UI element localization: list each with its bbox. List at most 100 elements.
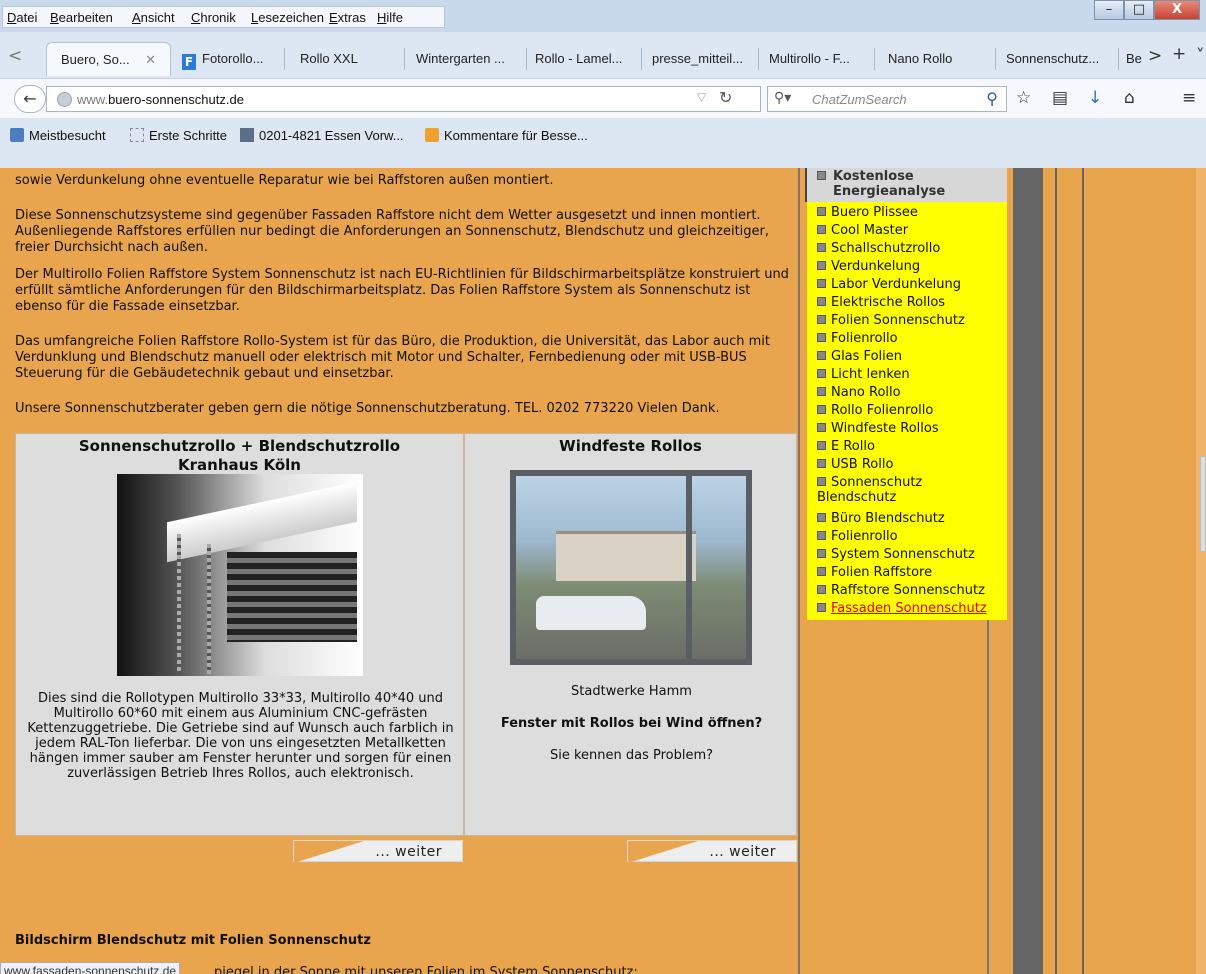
sidebar-head-label: Kostenlose Energieanalyse [833, 169, 946, 199]
rollo-slats-shape [227, 552, 357, 642]
menu-lesezeichen[interactable]: Lesezeichen [251, 10, 324, 25]
sidebar-item-folien-raffstore[interactable]: Folien Raffstore [817, 565, 932, 580]
menu-hamburger-icon[interactable]: ≡ [1182, 88, 1196, 108]
tab-presse[interactable]: presse_mitteil... [652, 42, 752, 76]
sidebar-item-elektrische-rollos[interactable]: Elektrische Rollos [817, 295, 945, 310]
search-go-icon[interactable]: ⚲ [986, 89, 998, 108]
tab-notch [294, 841, 364, 863]
bullet-icon [817, 279, 826, 288]
sidebar-item-buero-blendschutz[interactable]: Büro Blendschutz [817, 511, 945, 526]
bookmark-essen[interactable]: 0201-4821 Essen Vorw... [240, 128, 404, 143]
close-window-button[interactable]: X [1154, 0, 1200, 20]
sidebar-item-label: Rollo Folienrollo [831, 403, 934, 418]
menu-extras[interactable]: Extras [329, 10, 366, 25]
reload-icon[interactable]: ↻ [719, 88, 732, 107]
sidebar-item-folien-sonnenschutz[interactable]: Folien Sonnenschutz [817, 313, 965, 328]
tab-separator [1118, 48, 1119, 70]
sidebar-item-buero-plissee[interactable]: Buero Plissee [817, 205, 918, 220]
sidebar-item-nano-rollo[interactable]: Nano Rollo [817, 385, 901, 400]
bullet-icon [817, 423, 826, 432]
menu-bar: Datei Bearbeiten Ansicht Chronik Lesezei… [0, 0, 1206, 32]
tab-separator [874, 48, 875, 70]
sidebar-item-label: Verdunkelung [831, 259, 921, 274]
sidebar-item-windfeste-rollos[interactable]: Windfeste Rollos [817, 421, 939, 436]
feature-boxes: Sonnenschutzrollo + Blendschutzrollo Kra… [15, 433, 797, 836]
bookmark-star-icon[interactable]: ☆ [1016, 88, 1031, 108]
tab-scroll-right-icon[interactable]: > [1148, 46, 1162, 66]
feature-box-windfeste: Windfeste Rollos Stadtwerke Hamm Fenster… [464, 433, 797, 836]
new-tab-icon[interactable]: + [1172, 44, 1186, 64]
url-bar[interactable]: www.buero-sonnenschutz.de ▽ ↻ [46, 86, 761, 112]
bookmark-label: Kommentare für Besse... [444, 128, 588, 143]
url-prefix: www. [77, 92, 109, 107]
sidebar-item-label: System Sonnenschutz [831, 547, 975, 562]
tab-close-icon[interactable]: ✕ [145, 43, 156, 76]
bookmark-label: 0201-4821 Essen Vorw... [259, 128, 404, 143]
sidebar-item-rollo-folienrollo[interactable]: Rollo Folienrollo [817, 403, 933, 418]
web-page: sowie Verdunkelung ohne eventuelle Repar… [0, 168, 1206, 974]
tab-label: Be [1126, 51, 1142, 66]
tab-buero[interactable]: Buero, So... ✕ [46, 42, 171, 76]
sidebar-item-sonnenschutz-blendschutz[interactable]: Sonnenschutz Blendschutz [817, 475, 937, 505]
tab-sonnenschutz[interactable]: Sonnenschutz... [1006, 42, 1114, 76]
menu-datei[interactable]: Datei [7, 10, 37, 25]
bullet-icon [817, 315, 826, 324]
sidebar-item-usb-rollo[interactable]: USB Rollo [817, 457, 893, 472]
stripe-line [1055, 168, 1057, 974]
sidebar-item-verdunkelung[interactable]: Verdunkelung [817, 259, 920, 274]
bookmark-kommentare[interactable]: Kommentare für Besse... [425, 128, 588, 143]
weiter-link-kranhaus[interactable]: ... weiter [293, 840, 463, 863]
search-bar[interactable]: ⚲▾ ChatZumSearch ⚲ [767, 86, 1007, 112]
search-placeholder: ChatZumSearch [812, 92, 907, 107]
sidebar-item-schallschutzrollo[interactable]: Schallschutzrollo [817, 241, 940, 256]
sidebar-item-raffstore-sonnenschutz[interactable]: Raffstore Sonnenschutz [817, 583, 985, 598]
scrollbar-thumb[interactable] [1200, 456, 1206, 552]
tab-wintergarten[interactable]: Wintergarten ... [416, 42, 521, 76]
divider-line [987, 620, 989, 974]
menu-bearbeiten[interactable]: Bearbeiten [50, 10, 113, 25]
rollo-product-image[interactable] [117, 474, 363, 676]
sidebar-item-folienrollo-2[interactable]: Folienrollo [817, 529, 898, 544]
bullet-icon [817, 261, 826, 270]
sidebar-item-e-rollo[interactable]: E Rollo [817, 439, 875, 454]
sidebar-item-label: Nano Rollo [831, 385, 901, 400]
reading-list-icon[interactable]: ▤ [1052, 88, 1068, 108]
tab-be[interactable]: Be [1126, 42, 1144, 76]
tab-label: Buero, So... [61, 52, 130, 67]
menu-ansicht[interactable]: Ansicht [132, 10, 175, 25]
download-icon[interactable]: ↓ [1088, 88, 1102, 108]
weiter-link-windfeste[interactable]: ... weiter [627, 840, 797, 863]
sidebar-item-labor-verdunkelung[interactable]: Labor Verdunkelung [817, 277, 961, 292]
sidebar-item-cool-master[interactable]: Cool Master [817, 223, 908, 238]
sidebar-item-energieanalyse[interactable]: Kostenlose Energieanalyse [805, 168, 1007, 202]
bookmark-meistbesucht[interactable]: Meistbesucht [10, 128, 106, 143]
page-scrollbar[interactable] [1196, 168, 1206, 974]
history-dropdown-icon[interactable]: ▽ [697, 90, 706, 104]
tab-rollo-lamel[interactable]: Rollo - Lamel... [535, 42, 635, 76]
sidebar-item-glas-folien[interactable]: Glas Folien [817, 349, 902, 364]
tab-scroll-left-icon[interactable]: < [8, 46, 22, 66]
tab-nano-rollo[interactable]: Nano Rollo [888, 42, 993, 76]
window-photo-image[interactable] [510, 470, 752, 665]
bookmark-erste-schritte[interactable]: Erste Schritte [130, 128, 227, 143]
sidebar-item-system-sonnenschutz[interactable]: System Sonnenschutz [817, 547, 975, 562]
tab-rollo-xxl[interactable]: Rollo XXL [300, 42, 400, 76]
bullet-icon [817, 243, 826, 252]
sidebar-item-licht-lenken[interactable]: Licht lenken [817, 367, 910, 382]
bullet-icon [817, 333, 826, 342]
menu-chronik[interactable]: Chronik [191, 10, 236, 25]
tab-list-icon[interactable]: ˅ [1196, 46, 1205, 66]
back-button[interactable]: ← [14, 85, 46, 113]
weiter-label: ... weiter [709, 844, 776, 860]
minimize-button[interactable]: – [1094, 0, 1124, 20]
search-engine-icon[interactable]: ⚲▾ [774, 90, 791, 106]
maximize-button[interactable]: □ [1124, 0, 1154, 20]
sidebar-item-label: Glas Folien [831, 349, 902, 364]
stripe-line [1082, 168, 1084, 974]
tab-multirollo[interactable]: Multirollo - F... [769, 42, 869, 76]
sidebar-item-fassaden-sonnenschutz[interactable]: Fassaden Sonnenschutz [817, 601, 987, 616]
tab-fotorollo[interactable]: F Fotorollo... [182, 42, 278, 76]
sidebar-item-folienrollo[interactable]: Folienrollo [817, 331, 898, 346]
menu-hilfe[interactable]: Hilfe [377, 10, 403, 25]
home-icon[interactable]: ⌂ [1124, 88, 1135, 108]
